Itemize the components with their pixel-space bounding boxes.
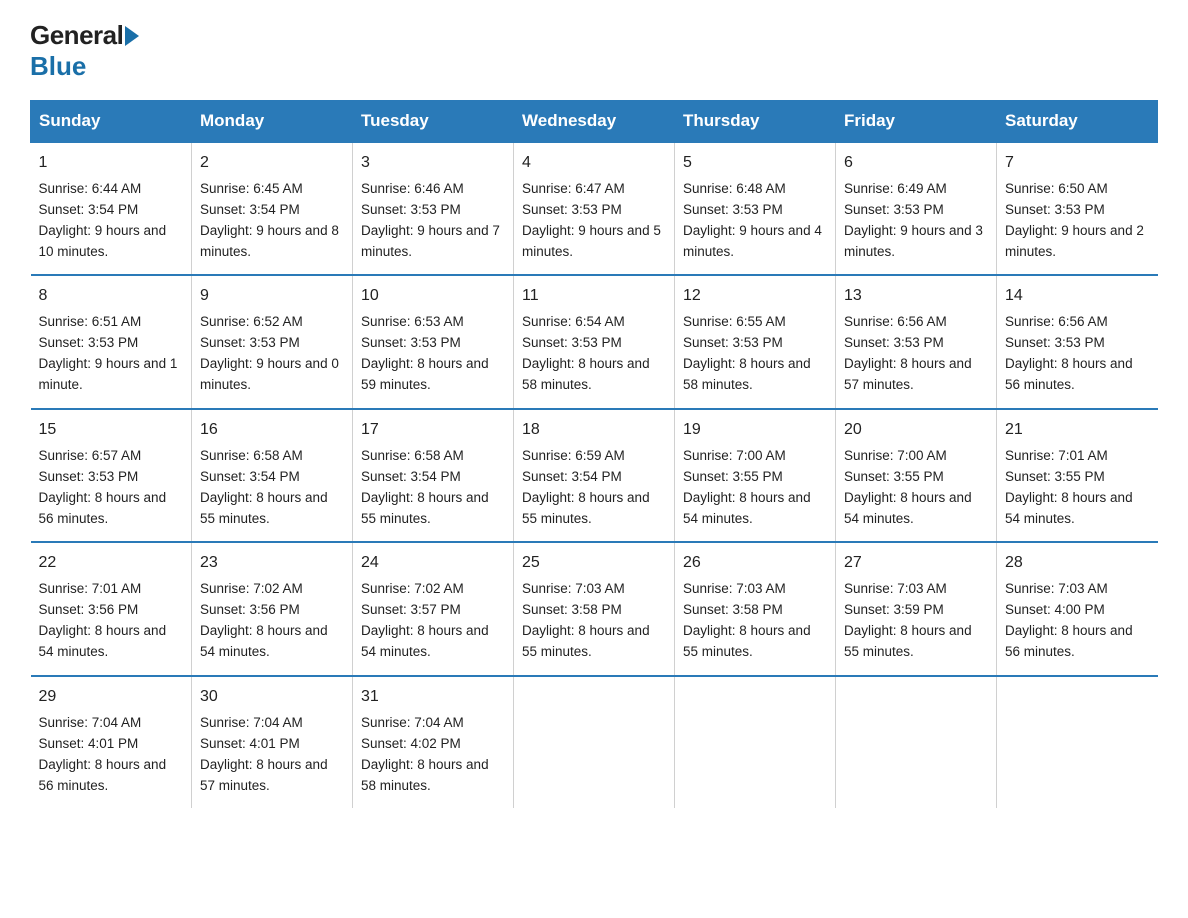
- day-number: 28: [1005, 551, 1150, 576]
- day-number: 27: [844, 551, 988, 576]
- day-number: 16: [200, 418, 344, 443]
- calendar-cell: 4Sunrise: 6:47 AMSunset: 3:53 PMDaylight…: [514, 142, 675, 275]
- col-header-sunday: Sunday: [31, 101, 192, 143]
- calendar-cell: 11Sunrise: 6:54 AMSunset: 3:53 PMDayligh…: [514, 275, 675, 408]
- day-number: 31: [361, 685, 505, 710]
- logo-triangle-icon: [125, 26, 139, 46]
- calendar-cell: 18Sunrise: 6:59 AMSunset: 3:54 PMDayligh…: [514, 409, 675, 542]
- calendar-cell: 29Sunrise: 7:04 AMSunset: 4:01 PMDayligh…: [31, 676, 192, 808]
- calendar-cell: 31Sunrise: 7:04 AMSunset: 4:02 PMDayligh…: [353, 676, 514, 808]
- calendar-cell: 17Sunrise: 6:58 AMSunset: 3:54 PMDayligh…: [353, 409, 514, 542]
- col-header-friday: Friday: [836, 101, 997, 143]
- calendar-header-row: SundayMondayTuesdayWednesdayThursdayFrid…: [31, 101, 1158, 143]
- col-header-thursday: Thursday: [675, 101, 836, 143]
- calendar-week-row: 29Sunrise: 7:04 AMSunset: 4:01 PMDayligh…: [31, 676, 1158, 808]
- calendar-cell: 28Sunrise: 7:03 AMSunset: 4:00 PMDayligh…: [997, 542, 1158, 675]
- calendar-week-row: 1Sunrise: 6:44 AMSunset: 3:54 PMDaylight…: [31, 142, 1158, 275]
- calendar-cell: 22Sunrise: 7:01 AMSunset: 3:56 PMDayligh…: [31, 542, 192, 675]
- day-number: 5: [683, 151, 827, 176]
- calendar-cell: 14Sunrise: 6:56 AMSunset: 3:53 PMDayligh…: [997, 275, 1158, 408]
- calendar-cell: [514, 676, 675, 808]
- calendar-cell: 21Sunrise: 7:01 AMSunset: 3:55 PMDayligh…: [997, 409, 1158, 542]
- calendar-cell: 27Sunrise: 7:03 AMSunset: 3:59 PMDayligh…: [836, 542, 997, 675]
- day-number: 30: [200, 685, 344, 710]
- day-number: 3: [361, 151, 505, 176]
- day-number: 8: [39, 284, 184, 309]
- calendar-cell: 8Sunrise: 6:51 AMSunset: 3:53 PMDaylight…: [31, 275, 192, 408]
- day-number: 9: [200, 284, 344, 309]
- day-number: 21: [1005, 418, 1150, 443]
- day-number: 29: [39, 685, 184, 710]
- calendar-cell: 16Sunrise: 6:58 AMSunset: 3:54 PMDayligh…: [192, 409, 353, 542]
- page-header: General Blue: [30, 20, 1158, 82]
- calendar-cell: 25Sunrise: 7:03 AMSunset: 3:58 PMDayligh…: [514, 542, 675, 675]
- day-number: 25: [522, 551, 666, 576]
- day-number: 7: [1005, 151, 1150, 176]
- col-header-wednesday: Wednesday: [514, 101, 675, 143]
- calendar-cell: 30Sunrise: 7:04 AMSunset: 4:01 PMDayligh…: [192, 676, 353, 808]
- day-number: 15: [39, 418, 184, 443]
- calendar-cell: 3Sunrise: 6:46 AMSunset: 3:53 PMDaylight…: [353, 142, 514, 275]
- day-number: 1: [39, 151, 184, 176]
- day-number: 18: [522, 418, 666, 443]
- calendar-cell: [836, 676, 997, 808]
- calendar-cell: 26Sunrise: 7:03 AMSunset: 3:58 PMDayligh…: [675, 542, 836, 675]
- calendar-cell: 6Sunrise: 6:49 AMSunset: 3:53 PMDaylight…: [836, 142, 997, 275]
- calendar-cell: 12Sunrise: 6:55 AMSunset: 3:53 PMDayligh…: [675, 275, 836, 408]
- logo-blue-text: Blue: [30, 51, 86, 81]
- day-number: 13: [844, 284, 988, 309]
- calendar-cell: 20Sunrise: 7:00 AMSunset: 3:55 PMDayligh…: [836, 409, 997, 542]
- day-number: 26: [683, 551, 827, 576]
- day-number: 6: [844, 151, 988, 176]
- day-number: 22: [39, 551, 184, 576]
- calendar-cell: 10Sunrise: 6:53 AMSunset: 3:53 PMDayligh…: [353, 275, 514, 408]
- col-header-saturday: Saturday: [997, 101, 1158, 143]
- calendar-cell: 1Sunrise: 6:44 AMSunset: 3:54 PMDaylight…: [31, 142, 192, 275]
- calendar-cell: 15Sunrise: 6:57 AMSunset: 3:53 PMDayligh…: [31, 409, 192, 542]
- logo: General Blue: [30, 20, 141, 82]
- calendar-week-row: 22Sunrise: 7:01 AMSunset: 3:56 PMDayligh…: [31, 542, 1158, 675]
- calendar-cell: 2Sunrise: 6:45 AMSunset: 3:54 PMDaylight…: [192, 142, 353, 275]
- day-number: 4: [522, 151, 666, 176]
- calendar-cell: 13Sunrise: 6:56 AMSunset: 3:53 PMDayligh…: [836, 275, 997, 408]
- col-header-tuesday: Tuesday: [353, 101, 514, 143]
- calendar-cell: [675, 676, 836, 808]
- calendar-cell: [997, 676, 1158, 808]
- calendar-cell: 9Sunrise: 6:52 AMSunset: 3:53 PMDaylight…: [192, 275, 353, 408]
- day-number: 2: [200, 151, 344, 176]
- calendar-cell: 19Sunrise: 7:00 AMSunset: 3:55 PMDayligh…: [675, 409, 836, 542]
- calendar-week-row: 15Sunrise: 6:57 AMSunset: 3:53 PMDayligh…: [31, 409, 1158, 542]
- calendar-cell: 24Sunrise: 7:02 AMSunset: 3:57 PMDayligh…: [353, 542, 514, 675]
- calendar-table: SundayMondayTuesdayWednesdayThursdayFrid…: [30, 100, 1158, 808]
- day-number: 10: [361, 284, 505, 309]
- day-number: 20: [844, 418, 988, 443]
- day-number: 17: [361, 418, 505, 443]
- day-number: 14: [1005, 284, 1150, 309]
- day-number: 11: [522, 284, 666, 309]
- day-number: 12: [683, 284, 827, 309]
- calendar-cell: 7Sunrise: 6:50 AMSunset: 3:53 PMDaylight…: [997, 142, 1158, 275]
- calendar-cell: 23Sunrise: 7:02 AMSunset: 3:56 PMDayligh…: [192, 542, 353, 675]
- day-number: 19: [683, 418, 827, 443]
- logo-general-text: General: [30, 20, 123, 51]
- day-number: 23: [200, 551, 344, 576]
- day-number: 24: [361, 551, 505, 576]
- calendar-cell: 5Sunrise: 6:48 AMSunset: 3:53 PMDaylight…: [675, 142, 836, 275]
- calendar-week-row: 8Sunrise: 6:51 AMSunset: 3:53 PMDaylight…: [31, 275, 1158, 408]
- col-header-monday: Monday: [192, 101, 353, 143]
